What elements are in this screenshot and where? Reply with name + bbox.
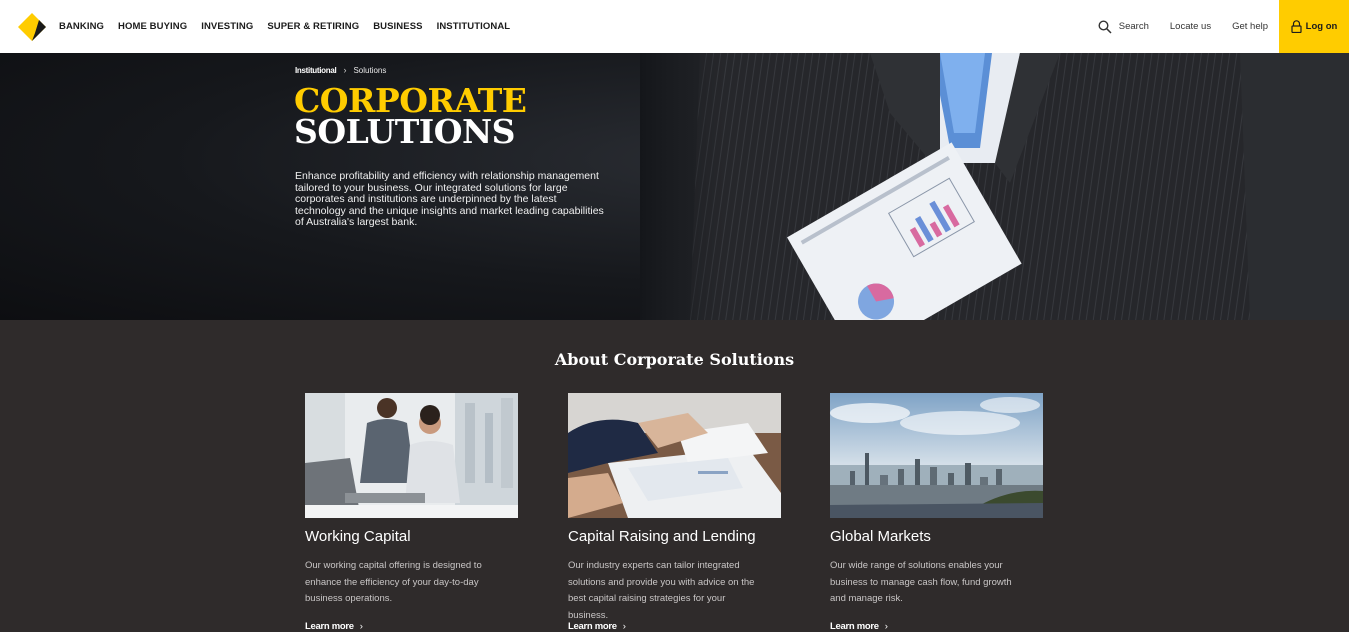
nav-institutional[interactable]: INSTITUTIONAL (437, 21, 511, 32)
nav-banking[interactable]: BANKING (59, 21, 104, 32)
learn-more-label: Learn more (830, 621, 879, 632)
nav-investing[interactable]: INVESTING (201, 21, 253, 32)
log-on-button[interactable]: Log on (1279, 0, 1349, 53)
brand-logo[interactable] (18, 13, 46, 41)
breadcrumb-current: Solutions (353, 65, 387, 75)
chevron-right-icon: › (884, 621, 888, 632)
lock-icon (1291, 20, 1302, 33)
card-body: Our wide range of solutions enables your… (830, 560, 1012, 604)
breadcrumb-institutional[interactable]: Institutional (295, 66, 337, 75)
page-title-line2: SOLUTIONS (294, 112, 516, 151)
search-label: Search (1118, 21, 1149, 32)
get-help-link[interactable]: Get help (1232, 21, 1268, 32)
card-title[interactable]: Global Markets (830, 528, 1044, 545)
chevron-right-icon: › (359, 621, 363, 632)
working-capital-image[interactable] (305, 393, 518, 518)
card-title[interactable]: Capital Raising and Lending (568, 528, 782, 545)
hero-businessman-image (640, 53, 1349, 320)
locate-us-link[interactable]: Locate us (1170, 21, 1211, 32)
card-body: Our working capital offering is designed… (305, 560, 482, 604)
chevron-right-icon: › (622, 621, 626, 632)
breadcrumb-separator: › (343, 65, 347, 75)
learn-more-label: Learn more (568, 621, 617, 632)
learn-more-link[interactable]: Learn more › (568, 621, 626, 632)
utility-nav: Search Locate us Get help (1098, 0, 1268, 53)
global-markets-image[interactable] (830, 393, 1043, 518)
card-working-capital: Working Capital Our working capital offe… (305, 393, 519, 632)
learn-more-link[interactable]: Learn more › (830, 621, 888, 632)
learn-more-link[interactable]: Learn more › (305, 621, 363, 632)
search-link[interactable]: Search (1098, 19, 1149, 34)
nav-business[interactable]: BUSINESS (373, 21, 422, 32)
hero-description: Enhance profitability and efficiency wit… (295, 170, 604, 229)
site-header: BANKING HOME BUYING INVESTING SUPER & RE… (0, 0, 1349, 53)
page-title: CORPORATE SOLUTIONS (294, 84, 527, 151)
hero-banner: Institutional › Solutions CORPORATE SOLU… (0, 53, 1349, 320)
breadcrumb: Institutional › Solutions (295, 65, 386, 75)
card-body: Our industry experts can tailor integrat… (568, 560, 755, 621)
card-global-markets: Global Markets Our wide range of solutio… (830, 393, 1044, 632)
card-capital-raising: Capital Raising and Lending Our industry… (568, 393, 782, 632)
about-section-title: About Corporate Solutions (554, 350, 795, 369)
log-on-label: Log on (1305, 21, 1338, 32)
card-title[interactable]: Working Capital (305, 528, 519, 545)
nav-home-buying[interactable]: HOME BUYING (118, 21, 187, 32)
main-nav: BANKING HOME BUYING INVESTING SUPER & RE… (59, 0, 524, 53)
learn-more-label: Learn more (305, 621, 354, 632)
search-icon (1098, 19, 1112, 34)
nav-super-retiring[interactable]: SUPER & RETIRING (267, 21, 359, 32)
capital-raising-image[interactable] (568, 393, 781, 518)
